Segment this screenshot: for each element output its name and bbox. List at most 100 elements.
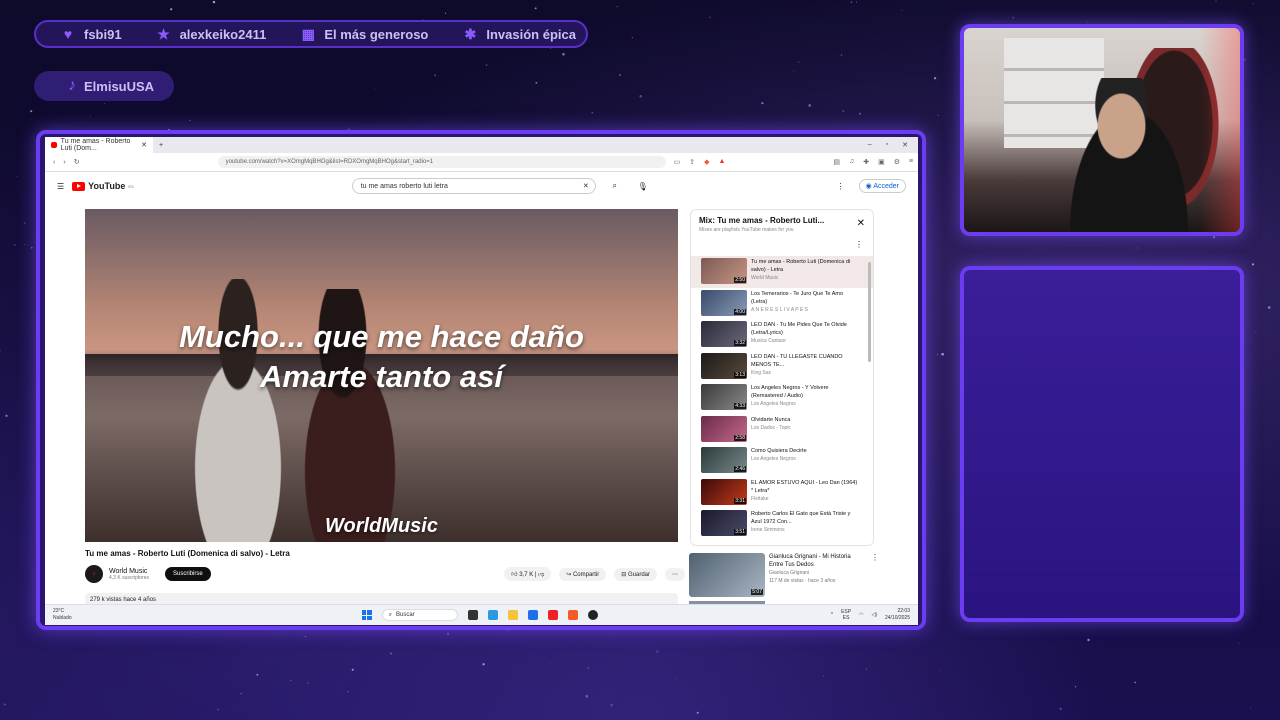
mix-thumbnail: 4:00 <box>701 289 747 316</box>
mix-item-text: Olvidarte Nunca Los Dados - Topic <box>751 416 859 432</box>
close-mix-icon[interactable]: ✕ <box>857 218 865 229</box>
tab-close-icon[interactable]: ✕ <box>141 141 147 149</box>
mix-item-channel: Los Angeles Negros <box>751 456 796 462</box>
wifi-icon[interactable]: ◠ <box>859 612 863 618</box>
more-options-icon[interactable]: ⋮ <box>837 182 845 191</box>
search-icon[interactable]: ⌕ <box>606 181 624 191</box>
maximize-icon[interactable]: ▫ <box>886 141 888 149</box>
share-button[interactable]: ↪ Compartir <box>559 567 607 581</box>
clock-date: 24/10/2025 <box>884 615 910 621</box>
mix-item-title: Olvidarte Nunca <box>751 416 791 423</box>
youtube-play-icon <box>72 181 86 191</box>
mix-item-text: EL AMOR ESTUVO AQUI - Leo Dan (1964) * L… <box>751 479 859 503</box>
mix-scrollbar[interactable] <box>868 262 871 362</box>
channel-avatar[interactable]: ♫ <box>85 565 103 583</box>
star <box>374 88 376 90</box>
mix-item-title: Los Angeles Negros - Y Volvere (Remaster… <box>751 385 829 399</box>
minimize-icon[interactable]: – <box>868 141 872 149</box>
more-actions-button[interactable]: ⋯ <box>665 567 685 581</box>
mix-more-icon[interactable]: ⋮ <box>855 240 863 249</box>
star <box>792 71 794 72</box>
browser-window: Tu me amas - Roberto Luti (Dom... ✕ + – … <box>45 137 918 625</box>
settings-icon[interactable]: ⚙ <box>894 158 900 166</box>
taskbar-clock[interactable]: 22:03 24/10/2025 <box>885 608 910 622</box>
tiktok-handle: ElmisuUSA <box>84 78 155 94</box>
back-icon[interactable]: ‹ <box>53 159 55 166</box>
mix-item-title: LEO DAN - Tu Me Pides Que Te Olvide (Let… <box>751 322 847 336</box>
mix-item-text: LEO DAN - Tu Me Pides Que Te Olvide (Let… <box>751 321 859 345</box>
star <box>562 52 565 56</box>
brave-shield-icon[interactable]: ◆ <box>704 158 709 166</box>
share-arrow-icon: ↪ <box>566 571 572 578</box>
file-explorer-icon[interactable] <box>507 610 518 620</box>
cast-icon[interactable]: ▭ <box>674 158 681 166</box>
taskbar-search[interactable]: ⌕ Buscar <box>381 609 458 621</box>
reload-icon[interactable]: ↻ <box>74 158 80 166</box>
volume-icon[interactable]: ◁) <box>871 612 877 618</box>
save-button[interactable]: ⊟ Guardar <box>614 567 657 581</box>
star <box>3 703 6 706</box>
star <box>850 1 853 4</box>
edge-icon[interactable] <box>487 610 498 620</box>
sign-in-button[interactable]: ◉ Acceder <box>858 179 906 193</box>
subscribe-button[interactable]: Suscribirse <box>165 567 211 581</box>
star <box>901 10 903 11</box>
mix-item[interactable]: 4:33 Los Angeles Negros - Y Volvere (Rem… <box>691 382 873 414</box>
youtube-app-icon[interactable] <box>547 610 558 620</box>
mix-item-channel: King Sax <box>751 369 772 376</box>
mix-item[interactable]: 2:46 Como Quisiera Decirte Los Angeles Ne… <box>691 445 873 477</box>
url-field[interactable]: youtube.com/watch?v=XOmgMqBHOg&list=RDXO… <box>217 156 666 168</box>
mix-item[interactable]: 4:00 Los Temerarios - Te Juro Que Te Amo… <box>691 288 873 320</box>
share-icon[interactable]: ⇪ <box>689 158 695 166</box>
windows-start-icon[interactable] <box>361 610 372 620</box>
wallet-icon[interactable]: ▣ <box>878 158 885 166</box>
extensions-icon[interactable]: ✚ <box>863 158 869 166</box>
mix-item[interactable]: 3:51 Roberto Carlos El Gato que Está Tri… <box>691 508 873 540</box>
hamburger-menu-icon[interactable]: ☰ <box>57 182 64 191</box>
clear-search-icon[interactable]: ✕ <box>583 182 589 190</box>
star <box>189 119 191 122</box>
mix-item[interactable]: 2:50 Tu me amas - Roberto Luti (Domenica… <box>691 256 873 288</box>
mix-item[interactable]: 2:58 Olvidarte Nunca Los Dados - Topic <box>691 414 873 446</box>
search-input[interactable]: tu me amas roberto luti letra ✕ <box>351 178 596 194</box>
task-view-icon[interactable] <box>467 610 478 620</box>
forward-icon[interactable]: › <box>63 159 65 166</box>
mix-thumbnail: 2:50 <box>701 258 747 284</box>
lang-indicator[interactable]: ESP ES <box>841 609 851 621</box>
video-player[interactable]: Mucho... que me hace daño Amarte tanto a… <box>85 209 678 542</box>
mix-title[interactable]: Mix: Tu me amas - Roberto Luti... <box>699 216 865 225</box>
star <box>1059 707 1062 710</box>
microphone-icon[interactable]: 🎙︎ <box>634 182 652 191</box>
close-window-icon[interactable]: ✕ <box>902 141 908 149</box>
mix-item-title: Tu me amas - Roberto Luti (Domenica di s… <box>751 259 851 273</box>
recommended-more-icon[interactable]: ⋮ <box>871 553 879 562</box>
star <box>1134 681 1136 684</box>
like-button[interactable]: 👍︎ 3,7 K | 👎︎ <box>504 567 552 581</box>
tab-youtube[interactable]: Tu me amas - Roberto Luti (Dom... ✕ <box>45 137 153 153</box>
weather-widget[interactable]: 23°C Nublado <box>53 608 72 622</box>
star <box>23 222 26 225</box>
mix-item-channel: Los Angeles Negros <box>751 401 796 407</box>
mix-duration: 2:50 <box>734 277 746 283</box>
mix-item[interactable]: 3:13 LEO DAN - TU LLEGASTE CUANDO MENOS … <box>691 351 873 383</box>
menu-icon[interactable]: ≡ <box>909 158 913 166</box>
sidebar-icon[interactable]: ▤ <box>833 158 840 166</box>
youtube-logo[interactable]: YouTube ES <box>72 181 134 191</box>
store-icon[interactable] <box>527 610 538 620</box>
rewards-icon[interactable]: ▲ <box>718 158 725 166</box>
star <box>307 682 309 684</box>
tray-chevron-icon[interactable]: ^ <box>831 612 833 618</box>
star <box>585 695 589 698</box>
obs-icon[interactable] <box>587 610 598 620</box>
mix-item[interactable]: 3:31 EL AMOR ESTUVO AQUI - Leo Dan (1964… <box>691 477 873 509</box>
star <box>351 668 354 671</box>
brave-icon[interactable] <box>567 610 578 620</box>
media-icon[interactable]: ♫ <box>849 158 854 166</box>
mix-item[interactable]: 3:32 LEO DAN - Tu Me Pides Que Te Olvide… <box>691 319 873 351</box>
new-tab-icon[interactable]: + <box>159 142 163 149</box>
channel-name[interactable]: World Music <box>109 568 149 575</box>
recommended-video[interactable]: 5:07 Gianluca Grignani - Mi Historia Ent… <box>689 553 879 601</box>
thumbs-down-icon[interactable]: | 👎︎ <box>535 572 544 578</box>
recommended-thumbnail: 5:07 <box>689 553 765 597</box>
star <box>24 244 26 246</box>
